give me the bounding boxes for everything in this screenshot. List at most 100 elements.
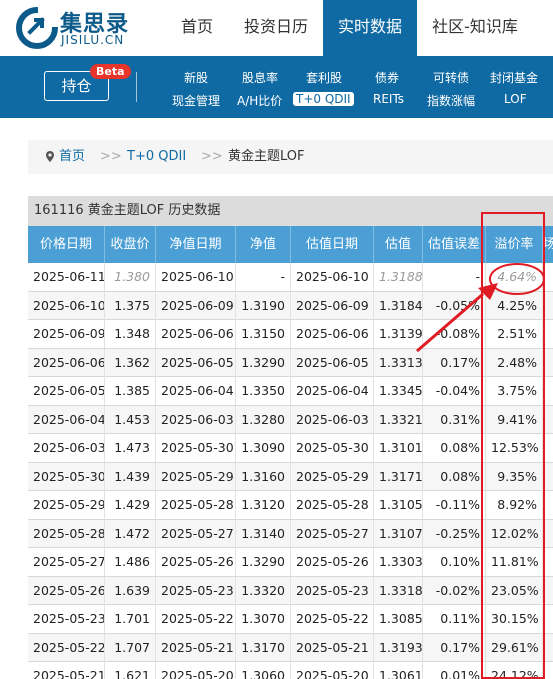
table-row: 2025-06-04 1.453 2025-06-03 1.3280 2025-06-0…	[28, 405, 553, 434]
jisilu-logo-icon[interactable]	[16, 7, 58, 49]
cell-est-error: 0.31%	[423, 405, 486, 434]
cell-nav-date: 2025-05-21	[156, 633, 236, 662]
col-close[interactable]: 收盘价	[105, 226, 156, 263]
cell-close: 1.453	[105, 405, 156, 434]
table-row: 2025-06-06 1.362 2025-06-05 1.3290 2025-06-0…	[28, 348, 553, 377]
nav-realtime-data[interactable]: 实时数据	[323, 0, 417, 56]
subnav-qdii[interactable]: T+0 QDII	[293, 92, 354, 106]
cell-nav-date: 2025-05-23	[156, 576, 236, 605]
cell-nav: -	[236, 263, 291, 291]
cell-nav-date: 2025-06-10	[156, 263, 236, 291]
subnav-dividend[interactable]: 股息率	[242, 69, 278, 86]
subnav-lof[interactable]: LOF	[504, 92, 527, 106]
cell-est-error: -0.05%	[423, 291, 486, 320]
cell-nav: 1.3160	[236, 462, 291, 491]
cell-close: 1.486	[105, 548, 156, 576]
subnav-closed-fund[interactable]: 封闭基金	[490, 69, 538, 86]
subnav-cash[interactable]: 现金管理	[172, 92, 220, 109]
cell-est-date: 2025-05-29	[291, 462, 374, 491]
cell-est-error: -0.25%	[423, 519, 486, 548]
cell-price-date: 2025-05-28	[28, 519, 105, 548]
col-price-date[interactable]: 价格日期	[28, 226, 105, 263]
top-header: 集思录 JISILU.CN 首页 投资日历 实时数据 社区-知识库	[0, 0, 553, 56]
cell-nav: 1.3060	[236, 662, 291, 679]
cell-price-date: 2025-06-05	[28, 377, 105, 405]
cell-est: 1.3101	[374, 434, 423, 462]
subnav-new-stock[interactable]: 新股	[184, 69, 208, 86]
cell-nav: 1.3280	[236, 405, 291, 434]
table-row: 2025-05-23 1.701 2025-05-22 1.3070 2025-05-2…	[28, 605, 553, 634]
cell-close: 1.707	[105, 633, 156, 662]
table-row: 2025-05-30 1.439 2025-05-29 1.3160 2025-05-2…	[28, 462, 553, 491]
subnav-convertible[interactable]: 可转债	[433, 69, 469, 86]
cell-est-date: 2025-05-20	[291, 662, 374, 679]
table-row: 2025-06-11 1.380 2025-06-10-2025-06-10 1.31…	[28, 263, 553, 292]
table-row: 2025-05-29 1.429 2025-05-28 1.3120 2025-05-2…	[28, 491, 553, 520]
cell-nav: 1.3190	[236, 291, 291, 320]
cell-est: 1.3345	[374, 377, 423, 405]
cell-close: 1.701	[105, 605, 156, 633]
cell-est-error: -0.08%	[423, 320, 486, 348]
cell-price-date: 2025-06-09	[28, 320, 105, 348]
breadcrumb-home[interactable]: 首页	[59, 140, 85, 174]
cell-price-date: 2025-05-30	[28, 462, 105, 491]
cell-est-date: 2025-06-03	[291, 405, 374, 434]
cell-est-date: 2025-05-23	[291, 576, 374, 605]
cell-close: 1.621	[105, 662, 156, 679]
subnav-arbitrage[interactable]: 套利股	[306, 69, 342, 86]
col-est-error[interactable]: 估值误差	[423, 226, 486, 263]
subnav-bonds[interactable]: 债券	[375, 69, 399, 86]
table-row: 2025-06-05 1.385 2025-06-04 1.3350 2025-06-0…	[28, 377, 553, 406]
cell-price-date: 2025-06-03	[28, 434, 105, 462]
table-row: 2025-05-22 1.707 2025-05-21 1.3170 2025-05-2…	[28, 633, 553, 662]
cell-est-date: 2025-05-22	[291, 605, 374, 633]
cell-price-date: 2025-05-22	[28, 633, 105, 662]
nav-community[interactable]: 社区-知识库	[422, 0, 528, 56]
cell-nav: 1.3120	[236, 491, 291, 519]
cell-close: 1.429	[105, 491, 156, 519]
cell-nav-date: 2025-06-09	[156, 291, 236, 320]
cell-nav-date: 2025-06-06	[156, 320, 236, 348]
table-row: 2025-06-10 1.375 2025-06-09 1.3190 2025-06-0…	[28, 291, 553, 320]
col-nav-date[interactable]: 净值日期	[156, 226, 236, 263]
cell-nav-date: 2025-05-26	[156, 548, 236, 576]
cell-est: 1.3139	[374, 320, 423, 348]
cell-est-date: 2025-05-26	[291, 548, 374, 576]
cell-nav-date: 2025-05-29	[156, 462, 236, 491]
subnav-index-change[interactable]: 指数涨幅	[427, 92, 475, 109]
cell-price-date: 2025-05-21	[28, 662, 105, 679]
cell-close: 1.473	[105, 434, 156, 462]
highlight-box	[481, 212, 545, 679]
cell-est-date: 2025-05-30	[291, 434, 374, 462]
subnav-reits[interactable]: REITs	[373, 92, 404, 106]
cell-est-error: -0.04%	[423, 377, 486, 405]
nav-home[interactable]: 首页	[166, 0, 228, 56]
cell-est-date: 2025-05-28	[291, 491, 374, 519]
cell-nav-date: 2025-05-27	[156, 519, 236, 548]
sub-navigation: 持仓 Beta 新股 股息率 套利股 债券 可转债 封闭基金 现金管理 A/H比…	[0, 56, 553, 118]
table-row: 2025-06-09 1.348 2025-06-06 1.3150 2025-06-0…	[28, 320, 553, 349]
cell-nav: 1.3150	[236, 320, 291, 348]
cell-nav-date: 2025-06-05	[156, 348, 236, 377]
col-est[interactable]: 估值	[374, 226, 423, 263]
subnav-ah-ratio[interactable]: A/H比价	[237, 92, 282, 109]
cell-est-date: 2025-06-06	[291, 320, 374, 348]
cell-close: 1.362	[105, 348, 156, 377]
col-est-date[interactable]: 估值日期	[291, 226, 374, 263]
cell-price-date: 2025-06-06	[28, 348, 105, 377]
cell-est-error: 0.10%	[423, 548, 486, 576]
col-nav[interactable]: 净值	[236, 226, 291, 263]
nav-calendar[interactable]: 投资日历	[232, 0, 320, 56]
cell-price-date: 2025-05-26	[28, 576, 105, 605]
table-row: 2025-05-21 1.621 2025-05-20 1.3060 2025-05-2…	[28, 662, 553, 679]
cell-nav-date: 2025-06-03	[156, 405, 236, 434]
breadcrumb-section[interactable]: T+0 QDII	[127, 140, 186, 174]
cell-est-date: 2025-05-21	[291, 633, 374, 662]
cell-est-date: 2025-05-27	[291, 519, 374, 548]
table-row: 2025-06-03 1.473 2025-05-30 1.3090 2025-05-3…	[28, 434, 553, 463]
cell-close: 1.639	[105, 576, 156, 605]
cell-nav: 1.3290	[236, 348, 291, 377]
cell-nav: 1.3090	[236, 434, 291, 462]
cell-est: 1.3107	[374, 519, 423, 548]
cell-nav-date: 2025-05-22	[156, 605, 236, 633]
